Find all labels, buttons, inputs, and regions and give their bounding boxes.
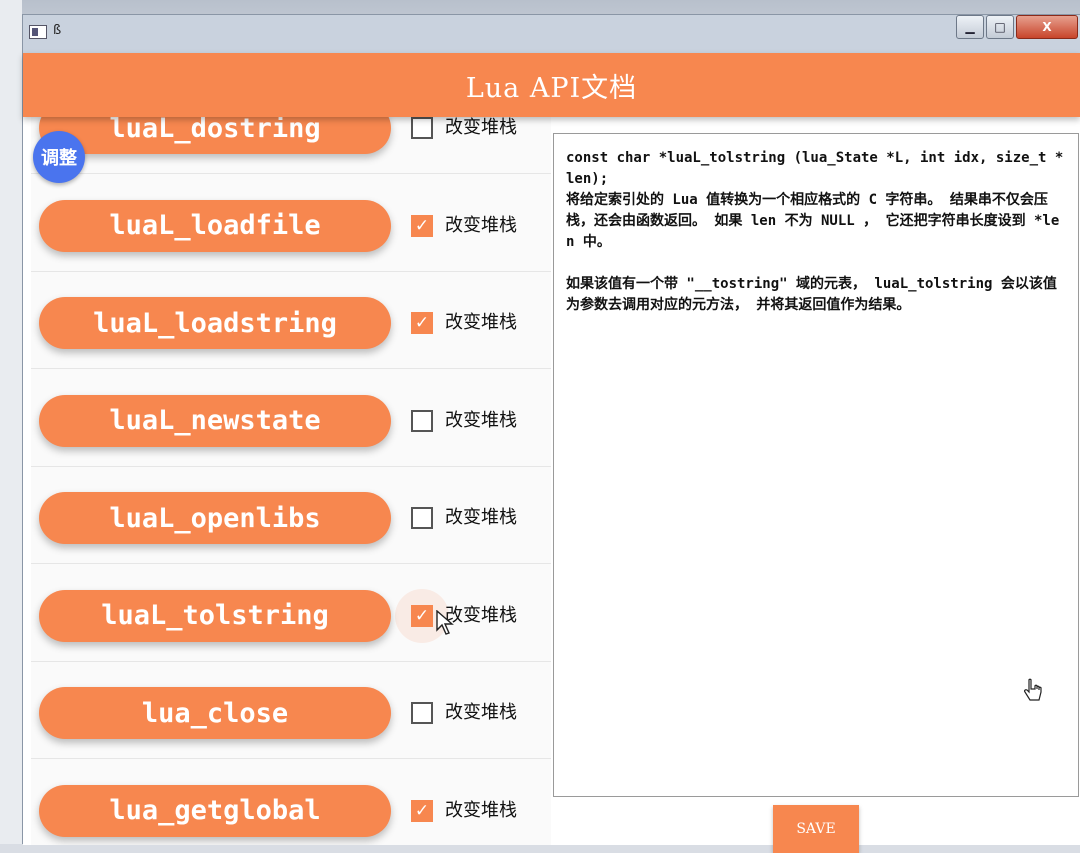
list-item: luaL_loadfile ✓ 改变堆栈 [31,175,551,272]
api-list[interactable]: luaL_dostring 改变堆栈 luaL_loadfile ✓ 改变堆栈 luaL_… [31,117,551,845]
check-icon: ✓ [414,800,430,821]
api-function-button[interactable]: lua_getglobal [39,784,391,837]
change-stack-checkbox[interactable] [411,117,433,139]
checkbox-label: 改变堆栈 [445,507,517,528]
change-stack-checkbox[interactable] [411,507,433,529]
list-item: lua_close 改变堆栈 [31,662,551,759]
checkbox-label: 改变堆栈 [445,604,517,626]
checkbox-label: 改变堆栈 [445,312,517,333]
save-button[interactable]: SAVE [773,805,859,853]
list-item: luaL_dostring 改变堆栈 [31,117,551,174]
window-title-glyph: ß [53,23,62,38]
api-function-button[interactable]: luaL_newstate [39,394,391,447]
hand-cursor-icon [1022,678,1044,714]
check-icon: ✓ [414,215,430,236]
pointer-cursor-icon [436,609,454,642]
check-icon: ✓ [414,605,430,626]
minimize-button[interactable]: ▁ [956,15,984,39]
page-title: Lua API文档 [465,72,638,104]
list-item: luaL_tolstring ✓ 改变堆栈 [31,565,551,662]
window-controls: ▁ □ X [956,15,1080,45]
checkbox-label: 改变堆栈 [445,214,517,236]
change-stack-checkbox[interactable] [411,409,433,432]
checkbox-label: 改变堆栈 [445,702,517,723]
close-button[interactable]: X [1016,15,1078,39]
change-stack-checkbox[interactable]: ✓ [411,604,433,627]
change-stack-checkbox[interactable] [411,702,433,724]
change-stack-checkbox[interactable]: ✓ [411,312,433,334]
api-function-button[interactable]: luaL_openlibs [39,492,391,544]
adjust-fab-button[interactable]: 调整 [33,131,85,183]
checkbox-label: 改变堆栈 [445,117,517,138]
title-bar[interactable]: ß ▁ □ X [23,15,1080,55]
change-stack-checkbox[interactable]: ✓ [411,799,433,822]
api-function-button[interactable]: luaL_dostring [39,117,391,154]
list-item: luaL_loadstring ✓ 改变堆栈 [31,272,551,369]
checkbox-label: 改变堆栈 [445,409,517,431]
api-function-button[interactable]: luaL_loadstring [39,297,391,349]
doc-text-area[interactable]: const char *luaL_tolstring (lua_State *L… [553,133,1079,797]
list-item: luaL_newstate 改变堆栈 [31,370,551,467]
checkbox-label: 改变堆栈 [445,799,517,821]
maximize-button[interactable]: □ [986,15,1014,39]
check-icon: ✓ [414,313,430,333]
app-content: Lua API文档 调整 luaL_dostring 改变堆栈 luaL_loadf… [23,53,1080,853]
app-window: ß ▁ □ X Lua API文档 调整 luaL_dostring 改变堆栈 lu… [22,14,1080,853]
app-icon[interactable] [29,25,47,39]
api-function-button[interactable]: luaL_tolstring [39,589,391,642]
list-item: luaL_openlibs 改变堆栈 [31,467,551,564]
change-stack-checkbox[interactable]: ✓ [411,214,433,237]
list-item: lua_getglobal ✓ 改变堆栈 [31,760,551,846]
api-function-button[interactable]: luaL_loadfile [39,199,391,252]
api-function-button[interactable]: lua_close [39,687,391,739]
desktop-left-edge [0,0,22,844]
app-header: Lua API文档 [23,53,1080,117]
